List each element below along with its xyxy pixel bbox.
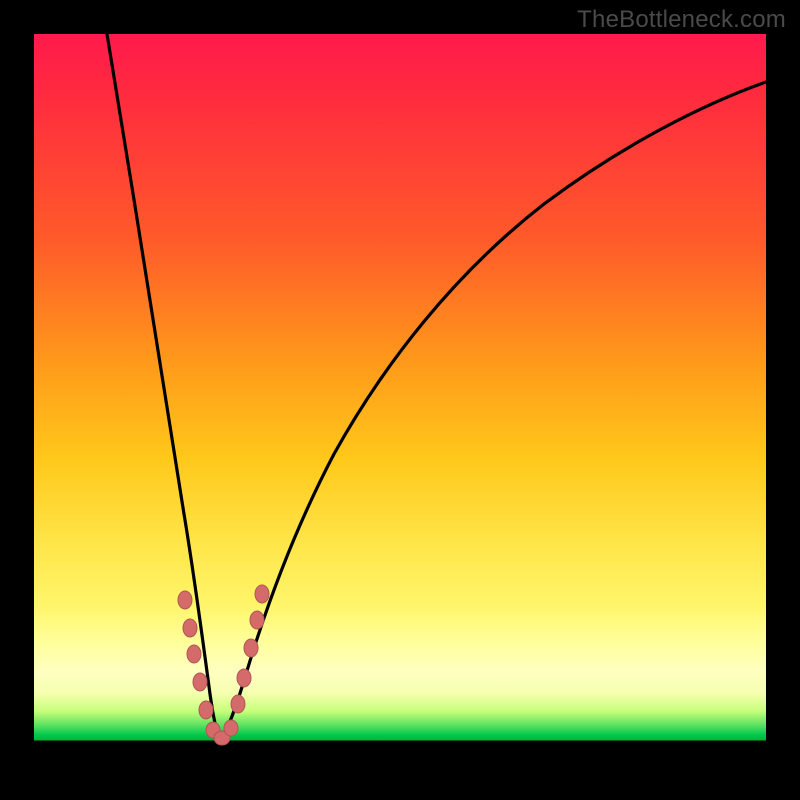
curve-right	[220, 82, 766, 738]
plot-area	[34, 34, 766, 766]
chart-svg	[34, 34, 766, 766]
curve-left	[107, 34, 220, 738]
chart-frame: TheBottleneck.com	[0, 0, 800, 800]
marker-group	[178, 585, 269, 745]
watermark-text: TheBottleneck.com	[577, 6, 786, 34]
